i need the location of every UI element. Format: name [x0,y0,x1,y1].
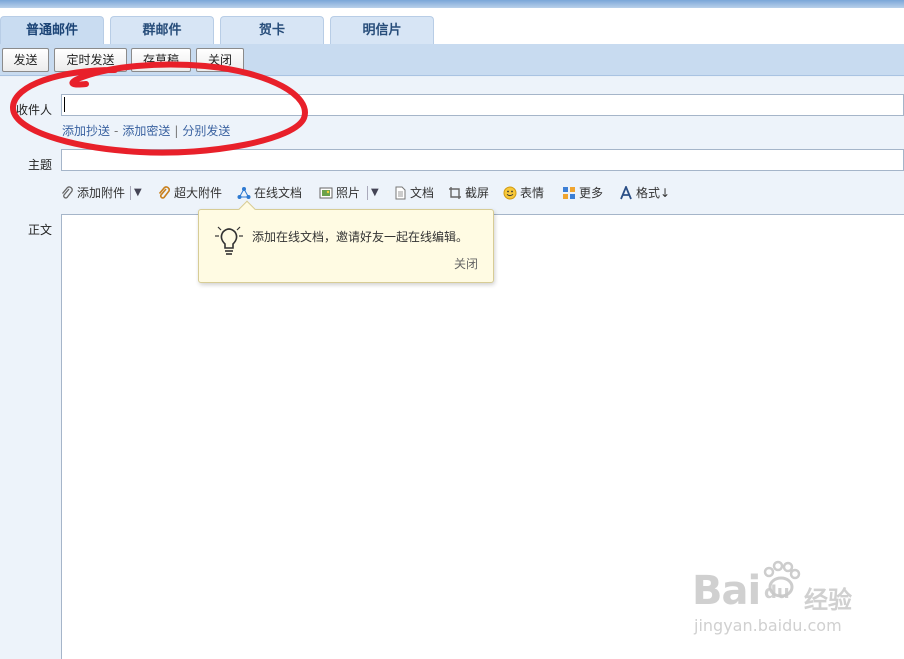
save-draft-button[interactable]: 存草稿 [131,48,191,72]
lightbulb-icon [215,226,243,255]
text-caret [64,97,65,112]
scheduled-send-button[interactable]: 定时发送 [54,48,127,72]
format-icon [620,186,632,200]
photo-label: 照片 [336,186,361,200]
add-cc-link[interactable]: 添加抄送 [62,124,110,138]
smiley-icon [503,186,517,200]
tab-group-mail[interactable]: 群邮件 [110,16,214,44]
format-arrow: ↓ [660,186,671,200]
more-button[interactable]: 更多 [562,182,603,204]
photo-dropdown[interactable]: ▼ [371,182,379,204]
format-button[interactable]: 格式↓ [619,182,670,204]
screenshot-button[interactable]: 截屏 [448,182,489,204]
top-spacer [0,8,904,16]
window-top-strip [0,0,904,8]
send-button[interactable]: 发送 [2,48,49,72]
online-doc-icon [237,187,251,199]
more-icon [563,187,575,199]
format-label: 格式 [636,186,661,200]
separate-send-link[interactable]: 分别发送 [182,124,230,138]
add-bcc-link[interactable]: 添加密送 [122,124,170,138]
screenshot-label: 截屏 [465,186,490,200]
large-attachment-button[interactable]: 超大附件 [157,182,222,204]
photo-button[interactable]: 照片 [319,182,360,204]
photo-icon [319,187,333,199]
subject-input[interactable] [61,149,904,171]
screenshot-icon [449,187,461,199]
divider [130,186,131,200]
recipient-label: 收件人 [15,103,52,117]
online-doc-tooltip: 添加在线文档，邀请好友一起在线编辑。 关闭 [198,200,494,283]
divider [367,186,368,200]
more-label: 更多 [579,186,604,200]
add-attachment-label: 添加附件 [77,186,126,200]
large-clip-icon [158,186,170,199]
paperclip-icon [62,186,73,199]
compose-form: 收件人 添加抄送 - 添加密送 | 分别发送 主题 添加附件 ▼ 超大附件 在线文档 照… [0,77,904,659]
action-toolbar: 发送 定时发送 存草稿 关闭 [0,44,904,76]
tooltip-close-link[interactable]: 关闭 [454,255,478,272]
recipient-links: 添加抄送 - 添加密送 | 分别发送 [62,122,230,139]
body-label: 正文 [27,223,52,237]
tooltip-text: 添加在线文档，邀请好友一起在线编辑。 [252,230,469,244]
subject-label: 主题 [27,158,52,172]
emoji-label: 表情 [520,186,545,200]
document-icon [395,186,406,200]
attachment-dropdown[interactable]: ▼ [134,182,142,204]
emoji-button[interactable]: 表情 [503,182,544,204]
tab-greeting-card[interactable]: 贺卡 [220,16,324,44]
recipient-input[interactable] [61,94,904,116]
add-attachment-button[interactable]: 添加附件 [60,182,125,204]
link-separator: | [174,124,179,138]
tab-postcard[interactable]: 明信片 [330,16,434,44]
compose-tabs: 普通邮件 群邮件 贺卡 明信片 [0,16,904,44]
large-attachment-label: 超大附件 [174,186,223,200]
online-doc-label: 在线文档 [254,186,303,200]
document-label: 文档 [410,186,435,200]
link-separator: - [114,124,119,138]
close-button[interactable]: 关闭 [196,48,244,72]
tab-normal-mail[interactable]: 普通邮件 [0,16,104,44]
document-button[interactable]: 文档 [393,182,434,204]
